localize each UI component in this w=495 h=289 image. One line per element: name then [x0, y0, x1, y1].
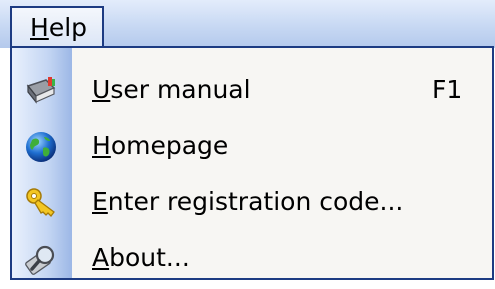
menu-item-user-manual-mnemonic: U — [92, 75, 111, 104]
key-icon — [26, 188, 55, 217]
menu-item-enter-registration-code-label: Enter registration code... — [92, 174, 403, 230]
help-dropdown: User manual F1 Homepage Enter registrati… — [10, 46, 494, 280]
menu-item-homepage-text: omepage — [110, 131, 229, 160]
menu-item-user-manual-label: User manual — [92, 62, 251, 118]
menu-help-mnemonic: H — [30, 13, 49, 42]
menu-item-homepage-mnemonic: H — [92, 131, 111, 160]
menu-item-about[interactable]: About... — [12, 230, 492, 288]
menu-item-homepage[interactable]: Homepage — [12, 118, 492, 176]
menu-item-about-mnemonic: A — [92, 243, 110, 272]
book-icon — [26, 77, 56, 104]
shortcut-f1: F1 — [432, 75, 463, 104]
menu-item-enter-registration-code[interactable]: Enter registration code... — [12, 174, 492, 232]
menu-item-about-text: bout... — [109, 243, 190, 272]
menu-item-about-label: About... — [92, 230, 190, 286]
globe-icon — [26, 132, 56, 162]
menu-item-enter-registration-code-mnemonic: E — [92, 187, 108, 216]
screen: Help User manual F1 Homepage Enter regis… — [0, 0, 495, 289]
menu-help[interactable]: Help — [10, 6, 104, 48]
menu-bar: Help — [0, 0, 495, 48]
menu-item-user-manual-text: ser manual — [110, 75, 251, 104]
menu-help-label: elp — [48, 13, 88, 42]
menu-item-homepage-label: Homepage — [92, 118, 228, 174]
menu-item-user-manual[interactable]: User manual F1 — [12, 62, 492, 120]
menu-item-enter-registration-code-text: nter registration code... — [107, 187, 404, 216]
magnifier-icon — [25, 245, 55, 275]
